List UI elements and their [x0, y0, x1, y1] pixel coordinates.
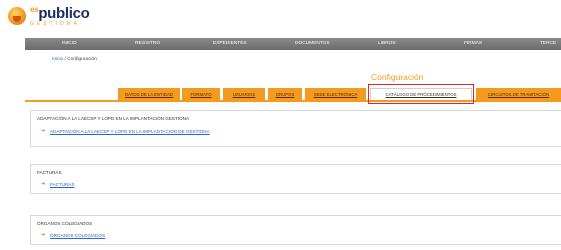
nav-item-registro[interactable]: REGISTRO: [135, 41, 160, 46]
header: espublico GESTIONA: [0, 0, 561, 30]
section-link[interactable]: ÓRGANOS COLEGIADOS: [50, 233, 105, 238]
nav-item-terceros[interactable]: TERCE: [540, 41, 556, 46]
active-tab-highlight: [368, 84, 474, 104]
tab-circuitos-tramitacion[interactable]: CIRCUITOS DE TRAMITACIÓN: [476, 88, 561, 100]
app-logo[interactable]: espublico GESTIONA: [8, 4, 90, 28]
green-arrow-bullet-icon: ➜: [41, 181, 46, 187]
logo-main: espublico: [30, 4, 90, 22]
breadcrumb: Inicio / Configuración: [52, 57, 97, 62]
breadcrumb-current: Configuración: [67, 57, 97, 62]
tab-formato[interactable]: FORMATO: [182, 88, 220, 100]
section-adaptacion: ADAPTACIÓN A LA LAECSP Y LOPD EN LA IMPL…: [30, 110, 561, 147]
tab-sede-electronica[interactable]: SEDE ELECTRÓNICA: [305, 88, 366, 100]
section-title: FACTURAS: [37, 170, 62, 175]
section-title: ÓRGANOS COLEGIADOS: [37, 221, 93, 226]
section-title: ADAPTACIÓN A LA LAECSP Y LOPD EN LA IMPL…: [37, 116, 189, 121]
section-link[interactable]: FACTURAS: [50, 182, 75, 187]
nav-item-inicio[interactable]: INICIO: [62, 41, 77, 46]
logo-text: espublico GESTIONA: [30, 4, 90, 27]
tab-usuarios[interactable]: USUARIOS: [223, 88, 265, 100]
section-facturas: FACTURAS ➜ FACTURAS: [30, 164, 561, 194]
section-link[interactable]: ADAPTACIÓN A LA LAECSP Y LOPD EN LA IMPL…: [50, 129, 210, 134]
nav-item-documentos[interactable]: DOCUMENTOS: [295, 41, 330, 46]
nav-item-firmas[interactable]: FIRMAS: [464, 41, 482, 46]
green-arrow-bullet-icon: ➜: [41, 232, 46, 238]
main-nav: INICIO REGISTRO EXPEDIENTES DOCUMENTOS L…: [25, 38, 561, 50]
green-arrow-bullet-icon: ➜: [41, 128, 46, 134]
nav-item-libros[interactable]: LIBROS: [378, 41, 396, 46]
breadcrumb-home[interactable]: Inicio: [52, 57, 63, 62]
nav-item-expedientes[interactable]: EXPEDIENTES: [213, 41, 247, 46]
logo-subtitle: GESTIONA: [30, 20, 80, 27]
tab-grupos[interactable]: GRUPOS: [268, 88, 302, 100]
page-title: Configuración: [371, 72, 424, 82]
logo-wordmark: publico: [38, 4, 90, 22]
tab-datos-entidad[interactable]: DATOS DE LA ENTIDAD: [118, 88, 180, 100]
tabs-underline: [25, 100, 561, 102]
section-organos-colegiados: ÓRGANOS COLEGIADOS ➜ ÓRGANOS COLEGIADOS: [30, 215, 561, 245]
publico-logo-icon: [8, 7, 26, 25]
